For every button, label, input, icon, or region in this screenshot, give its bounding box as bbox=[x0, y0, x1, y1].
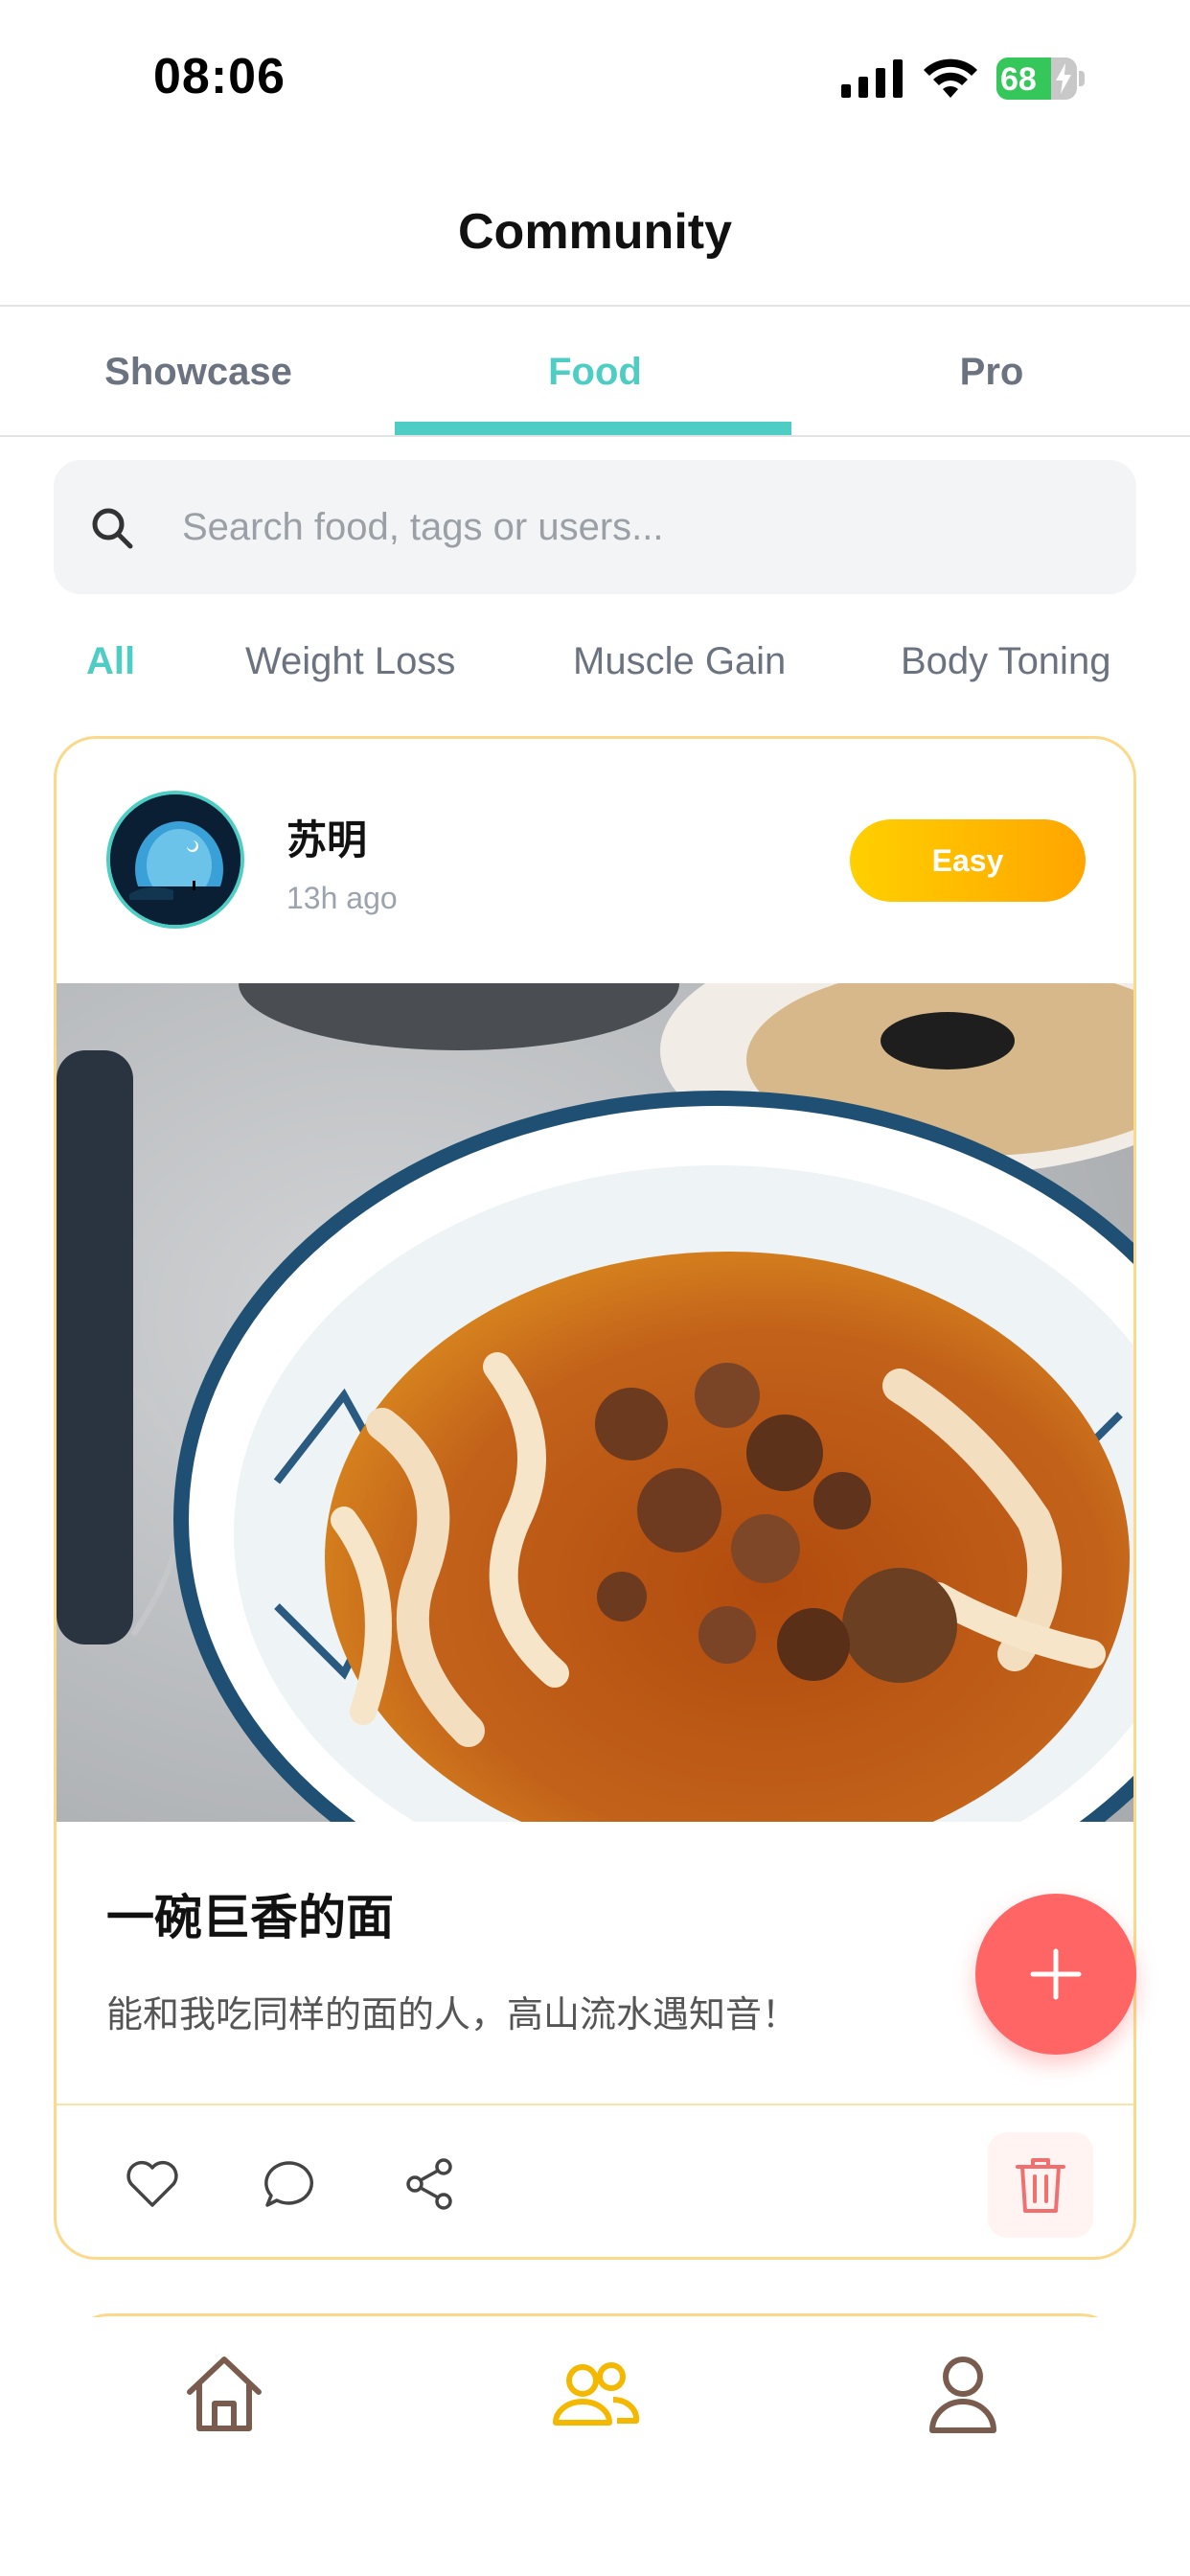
battery-percent: 68 bbox=[1000, 61, 1037, 98]
tab-showcase[interactable]: Showcase bbox=[0, 309, 397, 435]
plus-icon bbox=[1030, 1948, 1082, 2000]
post-card[interactable]: 苏明 13h ago Easy 一碗巨香的面 能和我吃同样的面的人，高山流水遇知… bbox=[54, 736, 1136, 2260]
comment-icon[interactable] bbox=[260, 2153, 321, 2215]
status-time: 08:06 bbox=[153, 49, 286, 104]
status-bar: 08:06 68 bbox=[0, 0, 1190, 153]
share-icon[interactable] bbox=[400, 2153, 461, 2215]
cellular-signal-icon bbox=[841, 59, 903, 98]
post-description: 能和我吃同样的面的人，高山流水遇知音！ bbox=[106, 1995, 799, 2036]
food-photo bbox=[57, 983, 1133, 1822]
bottom-navigation bbox=[0, 2317, 1190, 2576]
search-input[interactable] bbox=[182, 489, 1102, 565]
filter-weight-loss[interactable]: Weight Loss bbox=[245, 640, 455, 683]
filter-body-toning[interactable]: Body Toning bbox=[901, 640, 1110, 683]
tabs-divider bbox=[0, 435, 1190, 437]
active-tab-indicator bbox=[395, 422, 791, 435]
page-title: Community bbox=[458, 204, 732, 260]
battery-indicator: 68 bbox=[996, 58, 1085, 100]
card-divider bbox=[57, 2104, 1133, 2105]
search-icon bbox=[92, 508, 133, 549]
profile-icon[interactable] bbox=[915, 2346, 1011, 2442]
avatar-image bbox=[110, 794, 240, 925]
post-image[interactable] bbox=[57, 983, 1133, 1822]
tab-bar: Showcase Food Pro bbox=[0, 309, 1190, 435]
heart-icon[interactable] bbox=[122, 2153, 183, 2215]
delete-button[interactable] bbox=[988, 2132, 1093, 2238]
wifi-icon bbox=[924, 58, 977, 98]
difficulty-badge: Easy bbox=[850, 819, 1086, 902]
community-screen: 08:06 68 Community Showcase Food Pro Sea… bbox=[0, 0, 1190, 2576]
search-bar[interactable] bbox=[54, 460, 1136, 594]
home-icon[interactable] bbox=[176, 2346, 272, 2442]
community-icon[interactable] bbox=[546, 2346, 642, 2442]
tab-food[interactable]: Food bbox=[397, 309, 793, 435]
tab-pro[interactable]: Pro bbox=[793, 309, 1190, 435]
trash-icon bbox=[1016, 2158, 1065, 2213]
post-timestamp: 13h ago bbox=[286, 881, 398, 915]
add-post-button[interactable] bbox=[975, 1894, 1136, 2055]
post-username[interactable]: 苏明 bbox=[286, 808, 367, 866]
header-divider bbox=[0, 305, 1190, 307]
filter-muscle-gain[interactable]: Muscle Gain bbox=[573, 640, 786, 683]
filter-all[interactable]: All bbox=[86, 640, 135, 683]
charging-bolt-icon bbox=[1056, 63, 1071, 94]
post-title: 一碗巨香的面 bbox=[106, 1891, 394, 1944]
avatar[interactable] bbox=[106, 791, 244, 929]
